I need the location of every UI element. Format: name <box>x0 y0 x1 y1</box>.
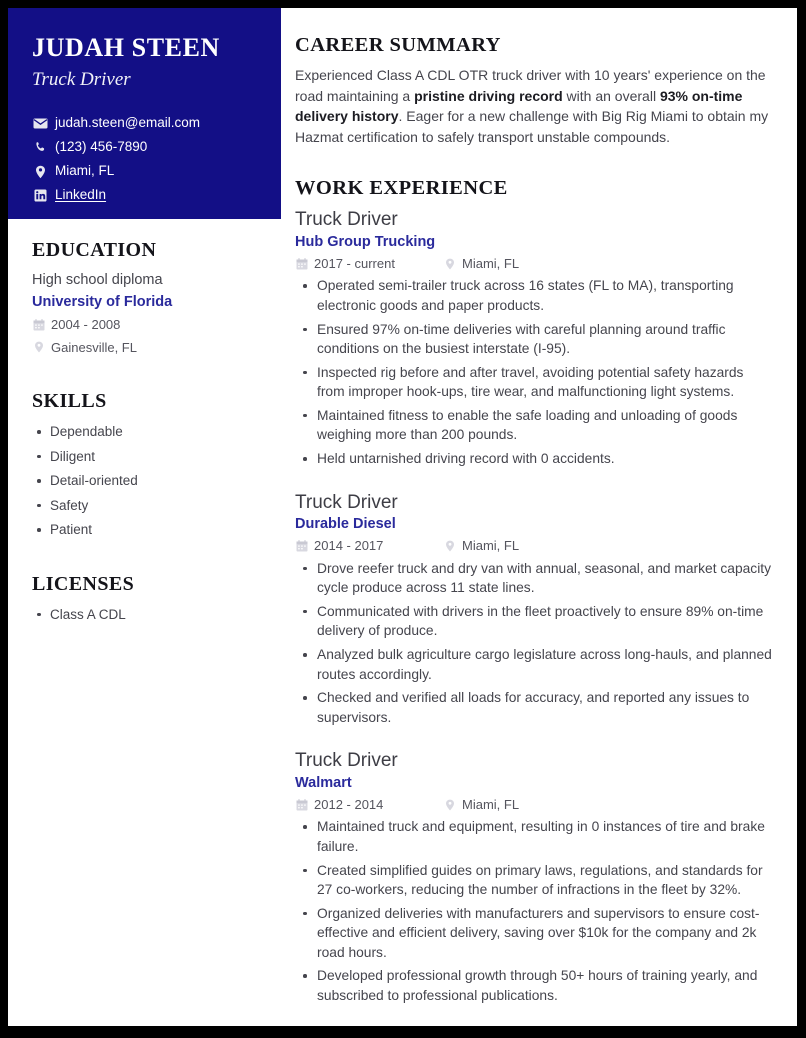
skill-item: Detail-oriented <box>32 471 257 491</box>
education-dates-row: 2004 - 2008 <box>32 315 257 335</box>
job-bullet: Inspected rig before and after travel, a… <box>295 363 773 402</box>
job-bullet: Organized deliveries with manufacturers … <box>295 904 773 963</box>
job-bullets: Operated semi-trailer truck across 16 st… <box>295 276 773 468</box>
summary-paragraph: Experienced Class A CDL OTR truck driver… <box>295 65 773 147</box>
job-bullet: Created simplified guides on primary law… <box>295 861 773 900</box>
education-location-row: Gainesville, FL <box>32 338 257 358</box>
job-location: Miami, FL <box>462 538 520 554</box>
job-bullet: Held untarnished driving record with 0 a… <box>295 449 773 469</box>
job-dates: 2012 - 2014 <box>314 796 384 812</box>
licenses-section-title: LICENSES <box>32 572 135 595</box>
education-degree: High school diploma <box>32 272 163 288</box>
job-title: Truck Driver <box>295 491 398 513</box>
calendar-icon <box>32 318 45 331</box>
job-dates-group: 2017 - current <box>295 254 443 274</box>
skills-section-title: SKILLS <box>32 390 107 413</box>
summary-part-2: with an overall <box>562 87 660 104</box>
job-bullet: Analyzed bulk agriculture cargo legislat… <box>295 645 773 684</box>
resume-page: JUDAH STEEN Truck Driver judah.steen@ema… <box>0 0 806 1038</box>
contact-list: judah.steen@email.com (123) 456-7890 Mia… <box>32 113 257 206</box>
job-bullet: Developed professional growth through 50… <box>295 966 773 1005</box>
contact-location: Miami, FL <box>32 161 257 182</box>
job-dates: 2017 - current <box>314 255 395 271</box>
education-section-title: EDUCATION <box>32 239 157 261</box>
header-block: JUDAH STEEN Truck Driver judah.steen@ema… <box>8 8 281 219</box>
job-location-group: Miami, FL <box>443 254 519 274</box>
work-entry: Truck Driver Walmart 2012 - 2014 Miami, … <box>295 749 773 1005</box>
sidebar-body: EDUCATION High school diploma University… <box>8 219 281 625</box>
job-meta: 2017 - current Miami, FL <box>295 254 773 274</box>
location-pin-icon <box>443 539 456 552</box>
job-meta: 2014 - 2017 Miami, FL <box>295 536 773 556</box>
envelope-icon <box>32 117 48 131</box>
job-bullet: Communicated with drivers in the fleet p… <box>295 602 773 641</box>
summary-section-title: CAREER SUMMARY <box>295 34 501 56</box>
job-title: Truck Driver <box>295 209 398 231</box>
location-pin-icon <box>443 798 456 811</box>
contact-location-text: Miami, FL <box>55 163 115 179</box>
contact-email-text: judah.steen@email.com <box>55 115 201 131</box>
sidebar: JUDAH STEEN Truck Driver judah.steen@ema… <box>8 8 281 1026</box>
calendar-icon <box>295 539 308 552</box>
job-company: Hub Group Trucking <box>295 234 436 251</box>
skill-item: Safety <box>32 496 257 516</box>
contact-linkedin-link[interactable]: LinkedIn <box>55 185 106 206</box>
calendar-icon <box>295 257 308 270</box>
job-location: Miami, FL <box>462 255 520 271</box>
job-title: Truck Driver <box>295 750 398 772</box>
job-meta: 2012 - 2014 Miami, FL <box>295 795 773 815</box>
education-location: Gainesville, FL <box>51 339 137 355</box>
job-dates-group: 2014 - 2017 <box>295 536 443 556</box>
job-bullet: Maintained fitness to enable the safe lo… <box>295 406 773 445</box>
main-content: CAREER SUMMARY Experienced Class A CDL O… <box>295 8 773 1026</box>
contact-phone: (123) 456-7890 <box>32 137 257 158</box>
job-location: Miami, FL <box>462 796 520 812</box>
phone-icon <box>32 141 48 155</box>
job-dates-group: 2012 - 2014 <box>295 795 443 815</box>
location-pin-icon <box>443 257 456 270</box>
linkedin-icon <box>32 189 48 203</box>
job-location-group: Miami, FL <box>443 536 519 556</box>
resume-sheet: JUDAH STEEN Truck Driver judah.steen@ema… <box>8 8 797 1026</box>
job-location-group: Miami, FL <box>443 795 519 815</box>
education-school: University of Florida <box>32 293 173 310</box>
skill-item: Dependable <box>32 422 257 442</box>
summary-bold-1: pristine driving record <box>414 87 563 104</box>
education-entry: High school diploma University of Florid… <box>32 271 257 357</box>
work-entry: Truck Driver Durable Diesel 2014 - 2017 … <box>295 491 773 728</box>
skills-list: Dependable Diligent Detail-oriented Safe… <box>32 422 257 540</box>
licenses-list: Class A CDL <box>32 605 257 625</box>
job-bullet: Drove reefer truck and dry van with annu… <box>295 559 773 598</box>
work-section-title: WORK EXPERIENCE <box>295 177 508 200</box>
candidate-title: Truck Driver <box>32 68 131 90</box>
job-bullets: Maintained truck and equipment, resultin… <box>295 817 773 1005</box>
education-dates: 2004 - 2008 <box>51 317 121 333</box>
job-bullet: Operated semi-trailer truck across 16 st… <box>295 276 773 315</box>
contact-phone-text: (123) 456-7890 <box>55 139 148 155</box>
work-entry: Truck Driver Hub Group Trucking 2017 - c… <box>295 208 773 468</box>
skill-item: Patient <box>32 520 257 540</box>
calendar-icon <box>295 798 308 811</box>
license-item: Class A CDL <box>32 605 257 625</box>
job-bullet: Ensured 97% on-time deliveries with care… <box>295 320 773 359</box>
job-dates: 2014 - 2017 <box>314 538 384 554</box>
job-company: Durable Diesel <box>295 516 396 533</box>
location-pin-icon <box>32 165 48 179</box>
candidate-name: JUDAH STEEN <box>32 33 220 62</box>
job-bullet: Maintained truck and equipment, resultin… <box>295 817 773 856</box>
contact-email: judah.steen@email.com <box>32 113 257 134</box>
job-bullets: Drove reefer truck and dry van with annu… <box>295 559 773 728</box>
job-company: Walmart <box>295 775 352 792</box>
location-pin-icon <box>32 341 45 354</box>
skill-item: Diligent <box>32 447 257 467</box>
job-bullet: Checked and verified all loads for accur… <box>295 688 773 727</box>
contact-linkedin[interactable]: LinkedIn <box>32 185 257 206</box>
